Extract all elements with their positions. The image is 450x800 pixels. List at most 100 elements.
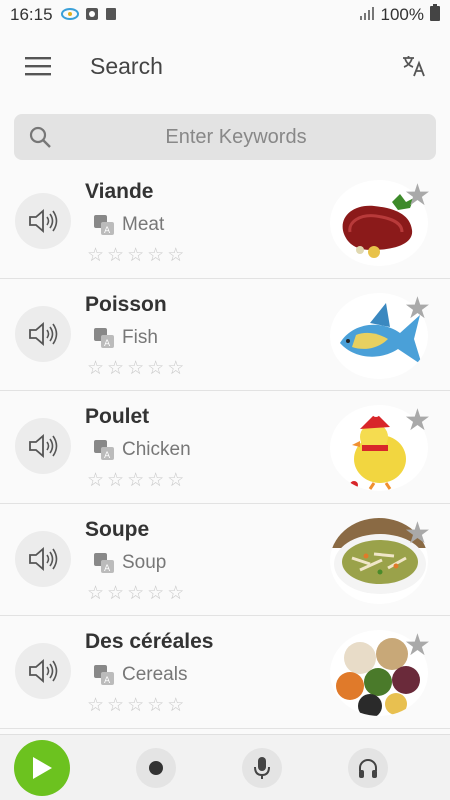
speaker-button[interactable] [15,193,71,249]
status-bar: 16:15 100% [0,0,450,30]
speaker-button[interactable] [15,530,71,587]
app-bar: Search [0,30,450,102]
star-icon[interactable]: ☆ [87,359,104,378]
speaker-icon [29,546,58,571]
translate-icon: A [94,440,114,460]
svg-text:A: A [104,451,111,460]
list-item[interactable]: Poulet A Chicken ☆ ☆ ☆ ☆ ☆ ★ [0,391,450,504]
favorite-star-icon[interactable]: ★ [404,406,431,436]
star-icon[interactable]: ☆ [127,696,144,715]
list-item[interactable]: Des céréales A Cereals ☆ ☆ ☆ ☆ ☆ ★ [0,616,450,729]
svg-text:A: A [104,226,111,235]
search-bar [14,114,436,160]
star-icon[interactable]: ☆ [107,584,124,603]
star-icon[interactable]: ☆ [87,584,104,603]
translation: A Cereals [94,664,187,686]
word-label: Poulet [85,405,150,428]
star-icon[interactable]: ☆ [87,696,104,715]
translate-icon: A [94,665,114,685]
list-item[interactable]: Soupe A Soup ☆ ☆ ☆ ☆ ☆ ★ [0,503,450,616]
star-icon[interactable]: ☆ [167,584,184,603]
speaker-button[interactable] [15,305,71,362]
microphone-button[interactable] [242,748,282,788]
translation-label: Chicken [122,439,191,460]
speaker-icon [29,434,58,458]
star-icon[interactable]: ☆ [147,584,164,603]
translate-icon [403,56,425,77]
play-button[interactable] [14,740,70,796]
rating-stars[interactable]: ☆ ☆ ☆ ☆ ☆ [87,359,184,378]
word-label: Soupe [85,517,150,541]
translation: A Meat [94,214,164,236]
translate-button[interactable] [394,46,434,86]
star-icon[interactable]: ☆ [167,696,184,715]
speaker-icon [29,209,58,233]
record-icon [149,761,163,775]
signal-icon [359,5,375,25]
star-icon[interactable]: ☆ [147,696,164,715]
translation-label: Cereals [122,664,188,685]
page-title: Search [90,52,163,79]
svg-text:A: A [104,339,111,348]
translate-icon: A [94,327,114,348]
star-icon[interactable]: ☆ [167,246,184,265]
list-item[interactable]: Poisson A Fish ☆ ☆ ☆ ☆ ☆ ★ [0,278,450,391]
word-label: Viande [85,180,154,203]
star-icon[interactable]: ☆ [127,584,144,603]
star-icon[interactable]: ☆ [147,359,164,378]
star-icon[interactable]: ☆ [127,246,144,265]
status-time: 16:15 [10,5,53,24]
rating-stars[interactable]: ☆ ☆ ☆ ☆ ☆ [87,471,184,490]
favorite-star-icon[interactable]: ★ [404,631,431,661]
star-icon[interactable]: ☆ [127,471,144,490]
star-icon[interactable]: ☆ [167,471,184,490]
translate-icon: A [94,215,114,235]
search-input[interactable] [76,125,396,149]
favorite-star-icon[interactable]: ★ [404,518,431,549]
storage-icon [105,7,117,24]
battery-icon [430,4,440,26]
bottom-bar [0,734,450,800]
rating-stars[interactable]: ☆ ☆ ☆ ☆ ☆ [87,246,184,265]
star-icon[interactable]: ☆ [107,471,124,490]
headphones-icon [359,759,377,778]
star-icon[interactable]: ☆ [87,246,104,265]
headphones-button[interactable] [348,748,388,788]
sync-icon [60,7,79,24]
speaker-icon [29,321,58,346]
translation: A Chicken [94,439,191,461]
translation-label: Fish [122,326,158,348]
star-icon[interactable]: ☆ [107,246,124,265]
translation-label: Meat [122,214,165,235]
translation-label: Soup [122,551,167,573]
play-icon [33,757,52,779]
menu-button[interactable] [8,36,68,96]
star-icon[interactable]: ☆ [147,246,164,265]
speaker-button[interactable] [15,643,71,699]
translation: A Soup [94,552,166,574]
rating-stars[interactable]: ☆ ☆ ☆ ☆ ☆ [87,696,184,715]
list-item[interactable]: Viande A Meat ☆ ☆ ☆ ☆ ☆ ★ [0,166,450,279]
rating-stars[interactable]: ☆ ☆ ☆ ☆ ☆ [87,584,184,603]
speaker-button[interactable] [15,418,71,474]
speaker-icon [29,659,58,683]
svg-text:A: A [104,564,111,573]
microphone-icon [254,757,270,779]
search-icon [14,125,66,149]
camera-icon [85,7,99,24]
star-icon[interactable]: ☆ [107,359,124,378]
favorite-star-icon[interactable]: ★ [404,293,431,324]
star-icon[interactable]: ☆ [147,471,164,490]
star-icon[interactable]: ☆ [107,696,124,715]
record-button[interactable] [136,748,176,788]
battery-level: 100% [380,5,424,24]
svg-text:A: A [104,676,111,685]
hamburger-menu-icon [25,57,51,76]
word-label: Des céréales [85,630,214,653]
star-icon[interactable]: ☆ [167,359,184,378]
favorite-star-icon[interactable]: ★ [404,181,431,211]
star-icon[interactable]: ☆ [87,471,104,490]
word-label: Poisson [85,292,167,316]
word-list: Viande A Meat ☆☆☆☆☆ ★ Poisson A Fish [0,166,450,729]
star-icon[interactable]: ☆ [127,359,144,378]
